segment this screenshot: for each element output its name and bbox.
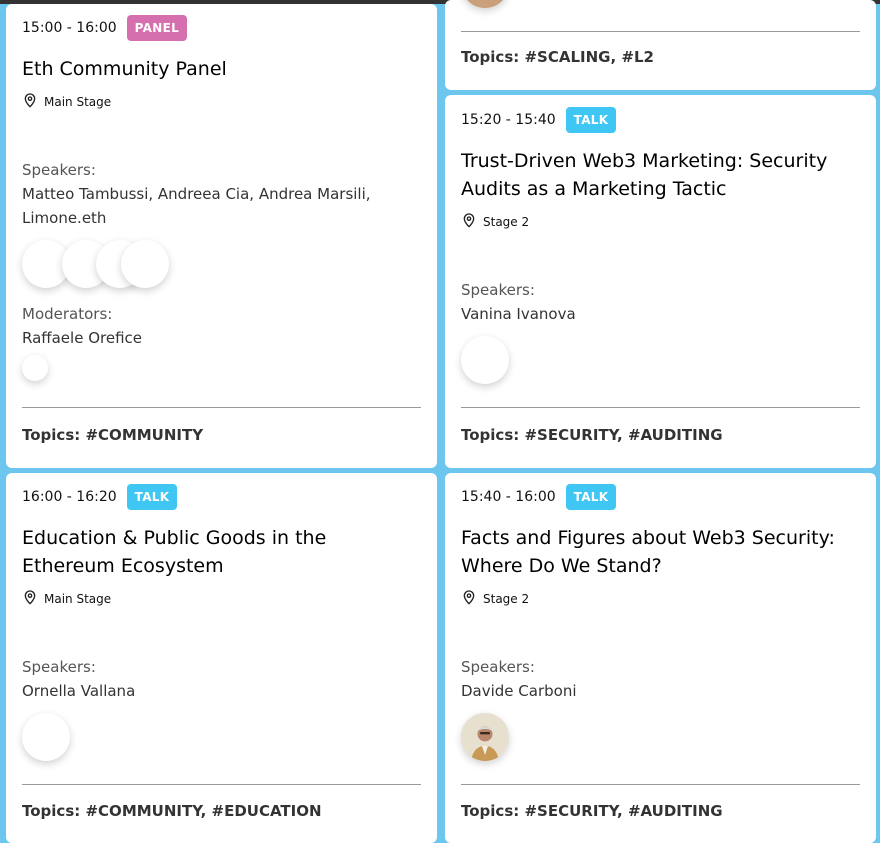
session-location: Main Stage — [22, 92, 111, 111]
topics: Topics: #SECURITY, #AUDITING — [461, 426, 723, 444]
session-title[interactable]: Facts and Figures about Web3 Security: W… — [461, 524, 860, 580]
location-label: Main Stage — [44, 591, 112, 606]
speakers-list: Matteo Tambussi, Andreea Cia, Andrea Mar… — [22, 185, 371, 227]
topics-label: Topics: — [461, 426, 520, 444]
divider — [22, 784, 421, 785]
divider — [461, 784, 860, 785]
topics: Topics: #SECURITY, #AUDITING — [461, 802, 723, 820]
map-pin-icon — [461, 212, 477, 231]
session-location: Stage 2 — [461, 212, 529, 231]
topics-label: Topics: — [22, 802, 81, 820]
location-label: Main Stage — [44, 94, 112, 109]
topics-label: Topics: — [461, 802, 520, 820]
speakers-list: Ornella Vallana — [22, 682, 136, 700]
topics-label: Topics: — [461, 48, 520, 66]
speakers-label: Speakers: — [461, 281, 535, 299]
speaker-avatar — [461, 0, 509, 8]
topics-value: #COMMUNITY — [85, 426, 204, 444]
speakers-list: Vanina Ivanova — [461, 305, 576, 323]
session-location: Stage 2 — [461, 589, 529, 608]
moderators-label: Moderators: — [22, 305, 113, 323]
session-card-facts-figures-security[interactable]: 15:40 - 16:00 TALK Facts and Figures abo… — [445, 473, 876, 843]
session-type-badge: TALK — [126, 484, 178, 510]
session-type-badge: TALK — [565, 107, 617, 133]
topics-value: #COMMUNITY, #EDUCATION — [85, 802, 322, 820]
topics: Topics: #SCALING, #L2 — [461, 48, 654, 66]
map-pin-icon — [22, 589, 38, 608]
topics-value: #SCALING, #L2 — [524, 48, 654, 66]
session-location: Main Stage — [22, 589, 111, 608]
divider — [22, 407, 421, 408]
speakers-label: Speakers: — [22, 658, 96, 676]
session-time: 15:00 - 16:00 — [22, 20, 117, 36]
speakers-label: Speakers: — [22, 161, 96, 179]
speakers-label: Speakers: — [461, 658, 535, 676]
session-card-trust-driven-marketing[interactable]: 15:20 - 15:40 TALK Trust-Driven Web3 Mar… — [445, 95, 876, 468]
speakers-list: Davide Carboni — [461, 682, 577, 700]
session-card-education-public-goods[interactable]: 16:00 - 16:20 TALK Education & Public Go… — [6, 473, 437, 843]
speaker-avatar[interactable] — [461, 713, 509, 761]
moderators-list: Raffaele Orefice — [22, 329, 142, 347]
map-pin-icon — [461, 589, 477, 608]
topics-value: #SECURITY, #AUDITING — [524, 426, 723, 444]
session-time: 15:20 - 15:40 — [461, 112, 556, 128]
moderator-avatar[interactable] — [22, 355, 48, 381]
topics: Topics: #COMMUNITY — [22, 426, 203, 444]
session-time: 15:40 - 16:00 — [461, 489, 556, 505]
topics-value: #SECURITY, #AUDITING — [524, 802, 723, 820]
speaker-avatar[interactable] — [461, 336, 509, 384]
session-card-scaling[interactable]: Topics: #SCALING, #L2 — [445, 0, 876, 90]
speaker-photo — [461, 713, 509, 761]
divider — [461, 407, 860, 408]
session-title[interactable]: Eth Community Panel — [22, 55, 421, 83]
session-title[interactable]: Education & Public Goods in the Ethereum… — [22, 524, 421, 580]
session-type-badge: TALK — [565, 484, 617, 510]
session-card-eth-community-panel[interactable]: 15:00 - 16:00 PANEL Eth Community Panel … — [6, 4, 437, 468]
topics-label: Topics: — [22, 426, 81, 444]
divider — [461, 31, 860, 32]
location-label: Stage 2 — [483, 214, 530, 229]
location-label: Stage 2 — [483, 591, 530, 606]
speaker-avatar[interactable] — [121, 240, 169, 288]
map-pin-icon — [22, 92, 38, 111]
topics: Topics: #COMMUNITY, #EDUCATION — [22, 802, 322, 820]
session-title[interactable]: Trust-Driven Web3 Marketing: Security Au… — [461, 147, 860, 203]
session-type-badge: PANEL — [126, 15, 188, 41]
speaker-avatar[interactable] — [22, 713, 70, 761]
session-time: 16:00 - 16:20 — [22, 489, 117, 505]
